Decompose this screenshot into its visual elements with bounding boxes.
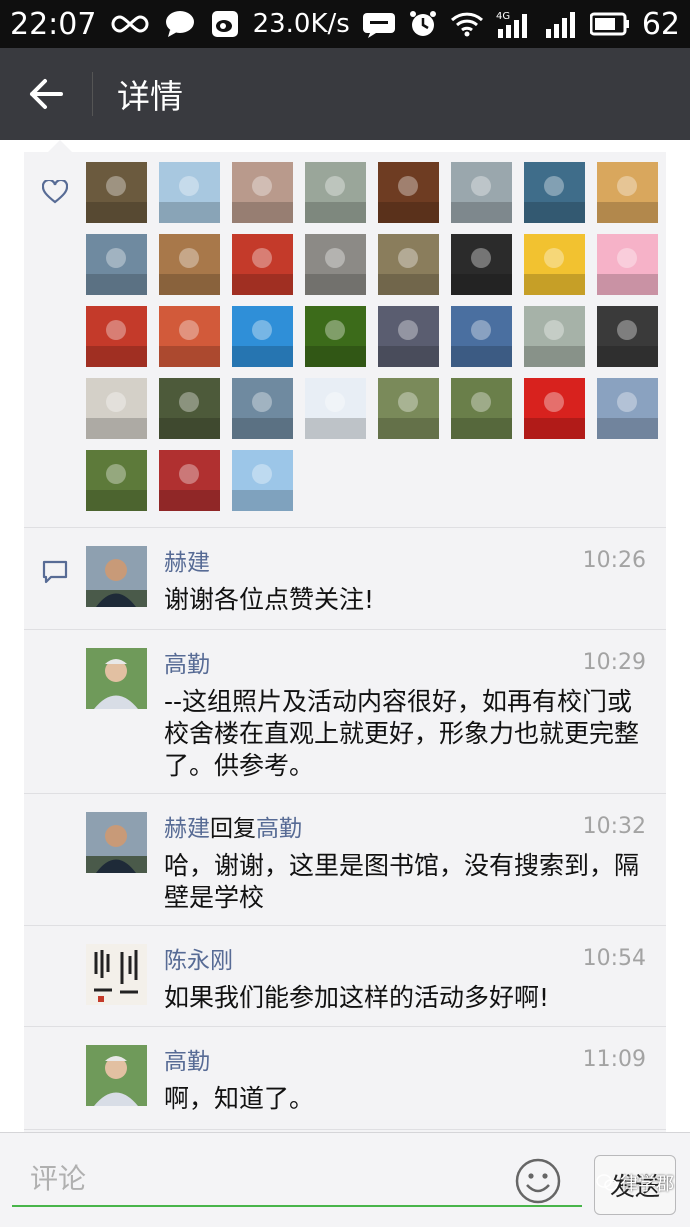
- avatar-horse-painting[interactable]: [378, 162, 439, 223]
- cellular-4g-icon: 4G: [496, 9, 532, 39]
- comment-text: 啊，知道了。: [164, 1084, 315, 1113]
- alarm-icon: [408, 9, 438, 39]
- nav-divider: [92, 72, 93, 116]
- avatar-girl-dark[interactable]: [597, 306, 658, 367]
- commenter-avatar[interactable]: [86, 546, 147, 607]
- avatar-pig-statue[interactable]: [305, 162, 366, 223]
- comment-text: 谢谢各位点赞关注!: [164, 585, 375, 614]
- comment-time: 10:29: [582, 649, 646, 675]
- avatar-man-portrait[interactable]: [451, 306, 512, 367]
- emoji-button[interactable]: [514, 1157, 562, 1205]
- battery-level: 62: [641, 6, 680, 42]
- commenter-name[interactable]: 高勤: [164, 645, 210, 679]
- comment-list: 赫建 10:26 谢谢各位点赞关注! 高勤 10:29 --这组照片及活动内容很…: [24, 528, 666, 1130]
- reply-label: 回复: [210, 816, 256, 842]
- status-time: 22:07: [10, 6, 97, 42]
- avatar-stamp-portrait[interactable]: [86, 378, 147, 439]
- battery-icon: [589, 12, 630, 36]
- comment-composer: 发送: [0, 1132, 690, 1227]
- comment-time: 10:32: [582, 813, 646, 839]
- comment-item[interactable]: 赫建 10:26 谢谢各位点赞关注!: [24, 528, 666, 630]
- commenter-avatar[interactable]: [86, 944, 147, 1005]
- comment-item[interactable]: 高勤 11:09 啊，知道了。: [24, 1027, 666, 1130]
- avatar-group-suits[interactable]: [451, 234, 512, 295]
- comment-time: 10:26: [582, 547, 646, 573]
- avatar-red-tree[interactable]: [159, 450, 220, 511]
- comment-time: 11:09: [582, 1046, 646, 1072]
- comment-text: --这组照片及活动内容很好，如再有校门或校舍楼在直观上就更好，形象力也就更完整了…: [164, 687, 640, 780]
- avatar-man-reading[interactable]: [378, 306, 439, 367]
- nav-bar: 详情: [0, 48, 690, 140]
- avatar-snowy-trees[interactable]: [159, 162, 220, 223]
- interaction-panel: 赫建 10:26 谢谢各位点赞关注! 高勤 10:29 --这组照片及活动内容很…: [24, 140, 666, 1132]
- comment-text: 如果我们能参加这样的活动多好啊!: [164, 983, 550, 1012]
- avatar-couple-flowers[interactable]: [451, 378, 512, 439]
- arrow-left-icon: [30, 79, 63, 109]
- avatar-flower-heart[interactable]: [232, 234, 293, 295]
- avatar-1500-logo[interactable]: [305, 378, 366, 439]
- comment-item[interactable]: 高勤 10:29 --这组照片及活动内容很好，如再有校门或校舍楼在直观上就更好，…: [24, 630, 666, 794]
- avatar-sunflower[interactable]: [305, 306, 366, 367]
- comment-time: 10:54: [582, 945, 646, 971]
- comment-input-wrapper: [12, 1155, 582, 1207]
- avatar-man-building[interactable]: [597, 378, 658, 439]
- commenter-name[interactable]: 赫建: [164, 543, 210, 577]
- liker-avatar-grid: [86, 162, 666, 511]
- chat-bubble-icon: [164, 9, 196, 39]
- wechat-logo-icon: [596, 1174, 618, 1191]
- avatar-stamp-cartoon[interactable]: [159, 306, 220, 367]
- heart-icon: [41, 178, 69, 208]
- watermark-text: 律学郡: [620, 1174, 674, 1195]
- status-bar: 22:07 23.0K/s 4G 62: [0, 0, 690, 48]
- avatar-orchid[interactable]: [86, 450, 147, 511]
- avatar-airplane[interactable]: [232, 306, 293, 367]
- commenter-name[interactable]: 高勤: [164, 1042, 210, 1076]
- avatar-china-flag[interactable]: [524, 378, 585, 439]
- comment-input[interactable]: [12, 1155, 582, 1201]
- back-button[interactable]: [0, 48, 92, 140]
- avatar-woman-in-park[interactable]: [232, 162, 293, 223]
- network-speed: 23.0K/s: [252, 9, 350, 39]
- watermark: 律学郡: [596, 1170, 674, 1196]
- avatar-woman-smiling[interactable]: [597, 162, 658, 223]
- commenter-name[interactable]: 陈永刚: [164, 941, 233, 975]
- comment-item[interactable]: 赫建 回复 高勤 10:32 哈，谢谢，这里是图书馆，没有搜索到，隔壁是学校: [24, 794, 666, 926]
- avatar-luffy[interactable]: [524, 234, 585, 295]
- avatar-palm-trees[interactable]: [524, 162, 585, 223]
- avatar-girl-white-dress[interactable]: [524, 306, 585, 367]
- smiley-icon: [515, 1158, 561, 1204]
- infinity-icon: [110, 12, 150, 36]
- notification-icon: [362, 10, 396, 38]
- avatar-man-garden[interactable]: [378, 378, 439, 439]
- commenter-avatar[interactable]: [86, 1045, 147, 1106]
- comment-text: 哈，谢谢，这里是图书馆，没有搜索到，隔壁是学校: [164, 851, 640, 912]
- panel-pointer: [48, 140, 72, 152]
- avatar-man-trees[interactable]: [159, 378, 220, 439]
- avatar-cyclist[interactable]: [232, 378, 293, 439]
- commenter-name[interactable]: 赫建: [164, 809, 210, 843]
- avatar-young-man[interactable]: [86, 234, 147, 295]
- avatar-patrick[interactable]: [597, 234, 658, 295]
- avatar-red-seal[interactable]: [86, 306, 147, 367]
- signal-icon: [544, 10, 578, 38]
- svg-text:4G: 4G: [496, 11, 510, 22]
- weibo-icon: [210, 9, 240, 39]
- avatar-red-gate[interactable]: [159, 234, 220, 295]
- commenter-avatar[interactable]: [86, 812, 147, 873]
- avatar-woman-back[interactable]: [232, 450, 293, 511]
- page-title: 详情: [117, 77, 183, 116]
- avatar-sculpture[interactable]: [378, 234, 439, 295]
- commenter-avatar[interactable]: [86, 648, 147, 709]
- avatar-man-glasses[interactable]: [305, 234, 366, 295]
- reply-target-name[interactable]: 高勤: [256, 809, 302, 843]
- detail-content[interactable]: 赫建 10:26 谢谢各位点赞关注! 高勤 10:29 --这组照片及活动内容很…: [0, 140, 690, 1132]
- avatar-man-with-camera[interactable]: [86, 162, 147, 223]
- likes-section: [24, 152, 666, 528]
- comment-icon: [42, 560, 68, 588]
- avatar-sea-island[interactable]: [451, 162, 512, 223]
- wifi-icon: [450, 11, 484, 37]
- comment-item[interactable]: 陈永刚 10:54 如果我们能参加这样的活动多好啊!: [24, 926, 666, 1027]
